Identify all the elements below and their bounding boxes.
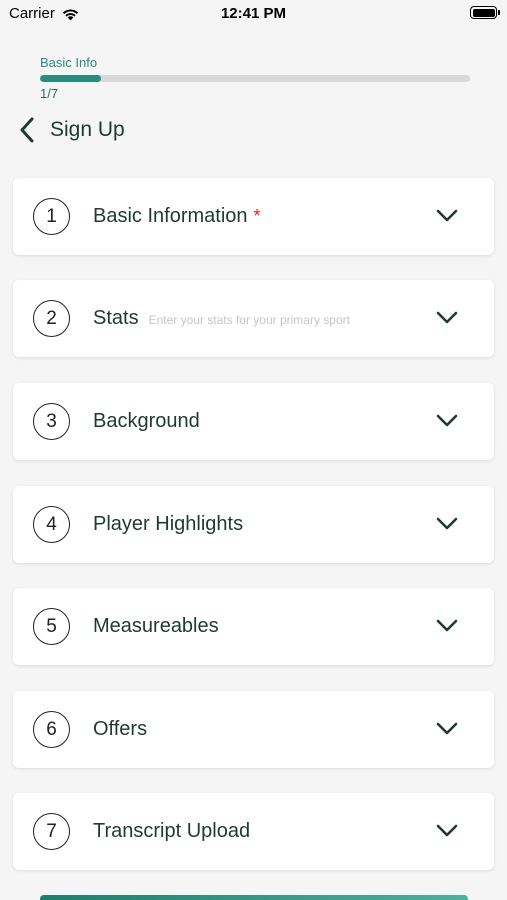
chevron-down-icon[interactable] bbox=[436, 824, 458, 838]
chevron-down-icon[interactable] bbox=[436, 209, 458, 223]
page-title: Sign Up bbox=[50, 118, 125, 141]
battery-icon bbox=[470, 6, 500, 19]
section-title-row: Measureables bbox=[93, 615, 219, 638]
section-number: 3 bbox=[33, 403, 70, 440]
status-time: 12:41 PM bbox=[220, 5, 287, 22]
section-measureables[interactable]: 5 Measureables bbox=[13, 588, 494, 665]
section-title-row: Player Highlights bbox=[93, 513, 243, 536]
section-title: Background bbox=[93, 410, 200, 432]
progress-step-label: Basic Info bbox=[40, 55, 98, 70]
chevron-down-icon[interactable] bbox=[436, 414, 458, 428]
section-background[interactable]: 3 Background bbox=[13, 383, 494, 460]
section-number: 4 bbox=[33, 506, 70, 543]
chevron-down-icon[interactable] bbox=[436, 722, 458, 736]
section-transcript-upload[interactable]: 7 Transcript Upload bbox=[13, 793, 494, 870]
continue-button[interactable] bbox=[40, 895, 468, 900]
required-marker: * bbox=[253, 206, 261, 226]
section-number: 1 bbox=[33, 198, 70, 235]
section-title-row: Transcript Upload bbox=[93, 820, 250, 843]
section-title-row: Background bbox=[93, 410, 200, 433]
chevron-left-icon bbox=[20, 117, 34, 143]
section-basic-information[interactable]: 1 Basic Information * bbox=[13, 178, 494, 255]
section-title: Player Highlights bbox=[93, 513, 244, 535]
section-title-row: Offers bbox=[93, 718, 147, 741]
status-bar: Carrier 12:41 PM bbox=[0, 0, 507, 30]
progress-bar bbox=[40, 75, 470, 82]
section-offers[interactable]: 6 Offers bbox=[13, 691, 494, 768]
sign-up-screen: Carrier 12:41 PM Basic Info 1/7 Sign Up … bbox=[0, 0, 507, 900]
back-button[interactable] bbox=[14, 113, 40, 147]
section-number: 7 bbox=[33, 813, 70, 850]
section-hint: Enter your stats for your primary sport bbox=[148, 313, 350, 327]
chevron-down-icon[interactable] bbox=[436, 311, 458, 325]
section-number: 2 bbox=[33, 300, 70, 337]
section-title: Offers bbox=[93, 718, 148, 740]
section-title: Transcript Upload bbox=[93, 820, 251, 842]
progress-step-count: 1/7 bbox=[40, 86, 59, 101]
section-player-highlights[interactable]: 4 Player Highlights bbox=[13, 486, 494, 563]
section-title-row: Stats Enter your stats for your primary … bbox=[93, 307, 350, 330]
section-stats[interactable]: 2 Stats Enter your stats for your primar… bbox=[13, 280, 494, 357]
section-number: 6 bbox=[33, 711, 70, 748]
header: Sign Up bbox=[14, 112, 125, 148]
progress-bar-fill bbox=[40, 75, 102, 82]
section-title-row: Basic Information * bbox=[93, 205, 261, 228]
section-title: Stats bbox=[93, 307, 139, 329]
section-title: Measureables bbox=[93, 615, 219, 637]
chevron-down-icon[interactable] bbox=[436, 517, 458, 531]
section-number: 5 bbox=[33, 608, 70, 645]
chevron-down-icon[interactable] bbox=[436, 619, 458, 633]
section-title: Basic Information bbox=[93, 205, 248, 227]
